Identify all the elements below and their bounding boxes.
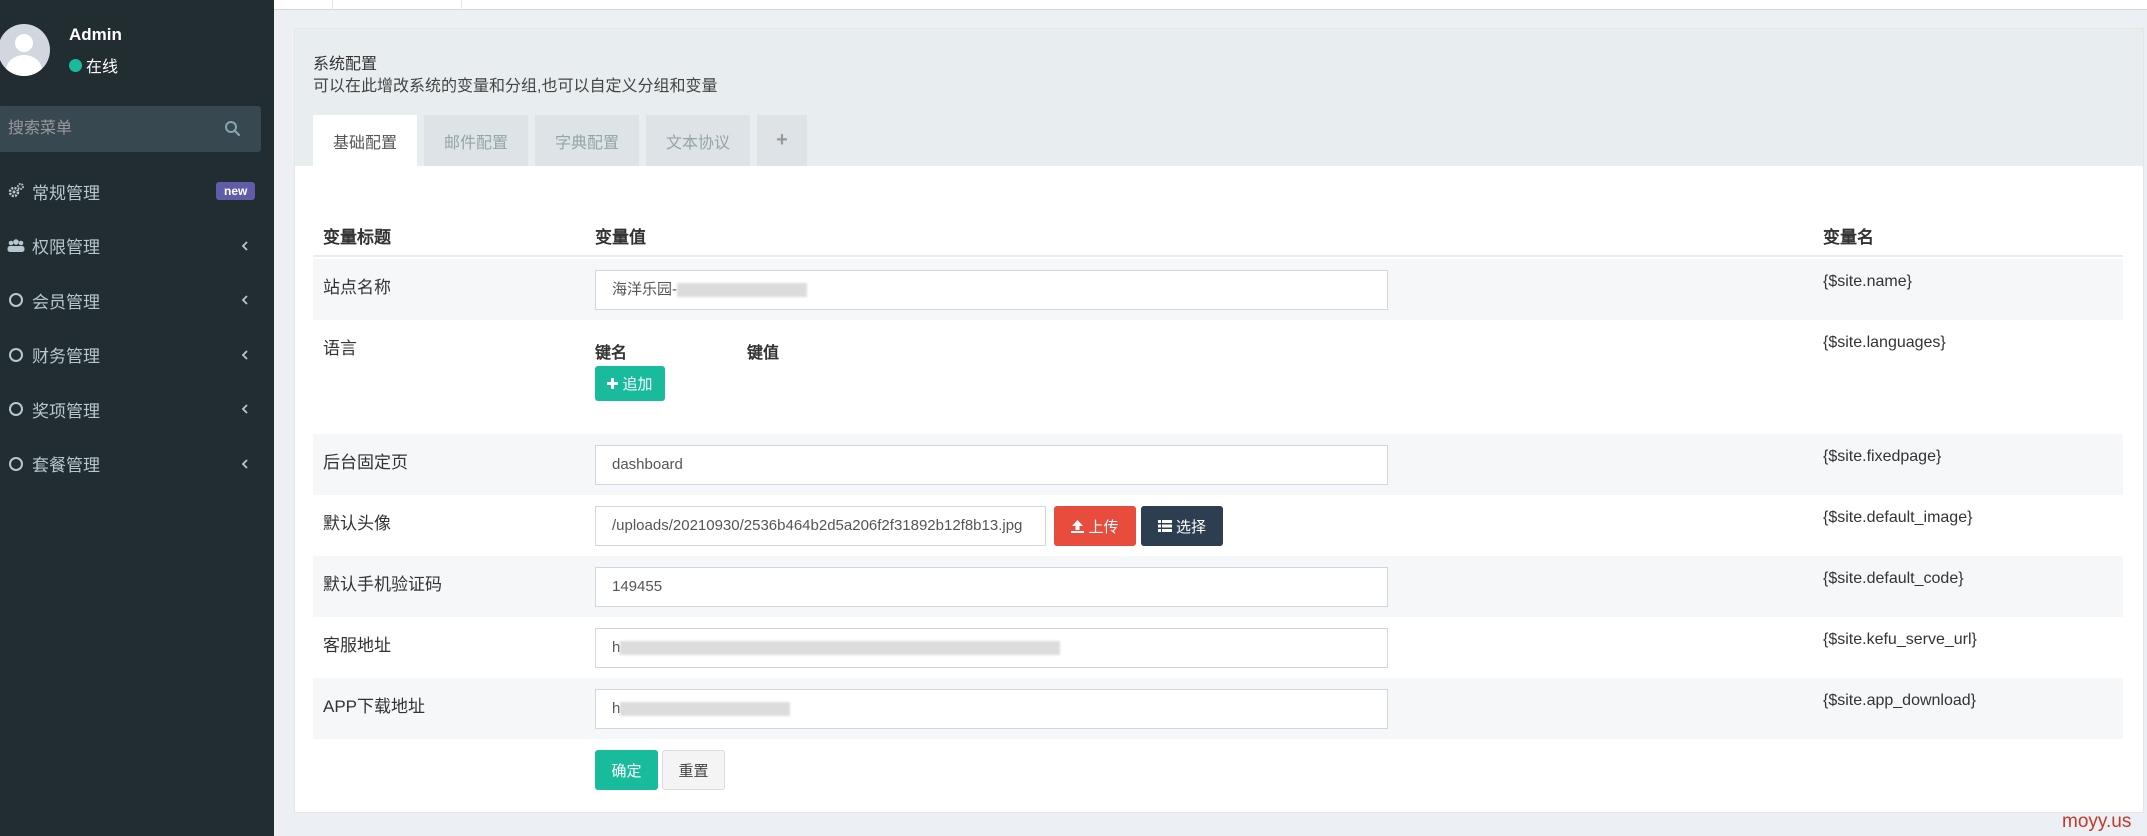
field-value: 海洋乐园- xyxy=(612,281,677,298)
table-header: 变量标题 变量值 变量名 xyxy=(313,201,2123,257)
row-variable-name: {$site.name} xyxy=(1823,273,1912,290)
column-header-title: 变量标题 xyxy=(323,228,391,247)
column-header-value: 变量值 xyxy=(595,228,646,247)
config-table: 变量标题 变量值 变量名 站点名称 海洋乐园- {$site.name} 语言 … xyxy=(313,201,2123,790)
watermark: moyy.us xyxy=(2062,811,2132,832)
default-image-field[interactable]: /uploads/20210930/2536b464b2d5a206f2f318… xyxy=(595,506,1046,546)
row-title: 语言 xyxy=(323,339,357,358)
list-icon xyxy=(1157,520,1172,532)
redacted-block xyxy=(620,702,791,717)
row-title: 默认头像 xyxy=(323,514,391,533)
redacted-block xyxy=(677,283,807,298)
top-tab[interactable] xyxy=(332,0,462,10)
circle-o-icon xyxy=(7,400,25,418)
key-column-label: 键名 xyxy=(595,345,628,362)
panel-heading: 系统配置 可以在此增改系统的变量和分组,也可以自定义分组和变量 基础配置 邮件配… xyxy=(295,29,2143,166)
field-value: h xyxy=(612,639,621,656)
append-button[interactable]: 追加 xyxy=(595,366,665,401)
search-input[interactable] xyxy=(8,106,218,152)
config-panel: 系统配置 可以在此增改系统的变量和分组,也可以自定义分组和变量 基础配置 邮件配… xyxy=(294,28,2144,813)
sidebar: Admin 在线 常规管理 new 权限管理 会员 xyxy=(0,0,274,836)
group-icon xyxy=(7,237,25,255)
row-title: APP下载地址 xyxy=(323,697,426,716)
row-variable-name: {$site.app_download} xyxy=(1823,692,1977,709)
circle-o-icon xyxy=(7,291,25,309)
choose-button[interactable]: 选择 xyxy=(1141,506,1223,546)
sidebar-search xyxy=(0,106,261,152)
cogs-icon xyxy=(7,182,25,200)
avatar[interactable] xyxy=(0,24,50,76)
table-row: 默认手机验证码 149455 {$site.default_code} xyxy=(313,556,2123,617)
upload-icon xyxy=(1071,519,1085,533)
table-row: 后台固定页 dashboard {$site.fixedpage} xyxy=(313,434,2123,495)
page-description: 可以在此增改系统的变量和分组,也可以自定义分组和变量 xyxy=(313,78,718,95)
append-label: 追加 xyxy=(622,376,653,393)
redacted-block xyxy=(620,641,1061,656)
tab-dictionary[interactable]: 字典配置 xyxy=(535,115,639,166)
table-row: 站点名称 海洋乐园- {$site.name} xyxy=(313,259,2123,320)
row-variable-name: {$site.languages} xyxy=(1823,334,1946,351)
plus-icon xyxy=(607,378,619,389)
row-variable-name: {$site.default_image} xyxy=(1823,509,1973,526)
tab-agreement[interactable]: 文本协议 xyxy=(646,115,750,166)
sidebar-item-label: 常规管理 xyxy=(32,183,100,203)
top-tab-strip xyxy=(274,0,2147,10)
chevron-left-icon xyxy=(241,404,248,414)
table-row: 客服地址 h {$site.kefu_serve_url} xyxy=(313,617,2123,678)
tab-email[interactable]: 邮件配置 xyxy=(424,115,528,166)
chevron-left-icon xyxy=(241,459,248,469)
site-name-field[interactable]: 海洋乐园- xyxy=(595,270,1388,310)
user-status: 在线 xyxy=(69,53,118,77)
user-name: Admin xyxy=(69,25,122,44)
row-title: 默认手机验证码 xyxy=(323,575,442,594)
fixedpage-field[interactable]: dashboard xyxy=(595,445,1388,485)
table-row: 语言 键名 键值 追加 {$site.languages} xyxy=(313,320,2123,434)
reset-button[interactable]: 重置 xyxy=(662,750,725,790)
tab-basic[interactable]: 基础配置 xyxy=(313,115,417,166)
sidebar-item-label: 权限管理 xyxy=(32,238,100,258)
row-title: 后台固定页 xyxy=(323,453,408,472)
config-tabs: 基础配置 邮件配置 字典配置 文本协议 + xyxy=(313,115,814,166)
table-row: 默认头像 /uploads/20210930/2536b464b2d5a206f… xyxy=(313,495,2123,556)
default-code-field[interactable]: 149455 xyxy=(595,567,1388,607)
row-variable-name: {$site.default_code} xyxy=(1823,570,1964,587)
sidebar-item-members[interactable]: 会员管理 xyxy=(0,273,274,328)
sidebar-item-awards[interactable]: 奖项管理 xyxy=(0,382,274,437)
user-status-label: 在线 xyxy=(86,59,119,76)
circle-o-icon xyxy=(7,346,25,364)
sidebar-item-label: 财务管理 xyxy=(32,347,100,367)
chevron-left-icon xyxy=(241,350,248,360)
search-icon[interactable] xyxy=(223,119,243,139)
add-tab-button[interactable]: + xyxy=(757,115,807,166)
row-variable-name: {$site.fixedpage} xyxy=(1823,448,1942,465)
row-title: 客服地址 xyxy=(323,636,391,655)
row-variable-name: {$site.kefu_serve_url} xyxy=(1823,631,1977,648)
sidebar-item-general[interactable]: 常规管理 new xyxy=(0,164,274,219)
value-column-label: 键值 xyxy=(747,345,780,362)
column-header-name: 变量名 xyxy=(1823,228,1874,247)
user-panel: Admin 在线 xyxy=(0,20,274,84)
new-badge: new xyxy=(216,182,256,201)
sidebar-item-permissions[interactable]: 权限管理 xyxy=(0,219,274,274)
field-value: h xyxy=(612,700,621,717)
upload-button[interactable]: 上传 xyxy=(1054,506,1136,546)
choose-label: 选择 xyxy=(1175,518,1206,536)
online-dot-icon xyxy=(69,58,82,72)
table-row: APP下载地址 h {$site.app_download} xyxy=(313,678,2123,739)
app-download-field[interactable]: h xyxy=(595,689,1388,729)
circle-o-icon xyxy=(7,455,25,473)
confirm-button[interactable]: 确定 xyxy=(595,750,658,790)
upload-label: 上传 xyxy=(1088,518,1119,536)
row-title: 站点名称 xyxy=(323,278,391,297)
chevron-left-icon xyxy=(241,241,248,251)
sidebar-menu: 常规管理 new 权限管理 会员管理 财务管理 奖项管理 套餐管理 xyxy=(0,164,274,491)
sidebar-item-packages[interactable]: 套餐管理 xyxy=(0,437,274,492)
page-title: 系统配置 xyxy=(313,56,378,73)
sidebar-item-finance[interactable]: 财务管理 xyxy=(0,328,274,383)
sidebar-item-label: 奖项管理 xyxy=(32,401,100,421)
sidebar-item-label: 会员管理 xyxy=(32,292,100,312)
sidebar-item-label: 套餐管理 xyxy=(32,456,100,476)
kefu-url-field[interactable]: h xyxy=(595,628,1388,668)
chevron-left-icon xyxy=(241,295,248,305)
